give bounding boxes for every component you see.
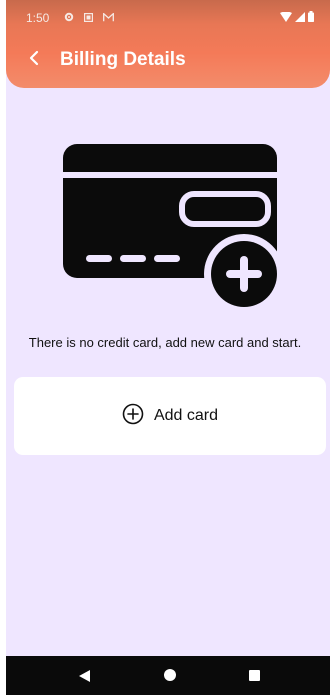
status-bar: 1:50 xyxy=(6,0,330,32)
notification-box-icon xyxy=(83,11,94,25)
plus-circle-icon xyxy=(122,403,144,430)
back-button[interactable] xyxy=(20,46,48,74)
back-triangle-icon[interactable] xyxy=(79,669,90,687)
status-icons-right xyxy=(280,11,314,25)
header: 1:50 Billing Details xyxy=(6,0,330,88)
page-title: Billing Details xyxy=(60,49,186,70)
app-bar: Billing Details xyxy=(6,38,330,82)
empty-state-message: There is no credit card, add new card an… xyxy=(28,335,302,350)
signal-icon xyxy=(295,11,305,25)
credit-card-add-icon xyxy=(62,140,292,314)
add-card-button[interactable]: Add card xyxy=(14,377,326,455)
wifi-icon xyxy=(280,11,292,25)
status-icons-left xyxy=(64,11,114,25)
status-time: 1:50 xyxy=(26,11,50,25)
recents-square-icon[interactable] xyxy=(249,670,260,681)
phone-screen: 1:50 Billing Details There is no credit … xyxy=(6,0,330,695)
chevron-left-icon xyxy=(28,50,40,71)
home-circle-icon[interactable] xyxy=(164,669,176,681)
navigation-bar xyxy=(6,656,330,695)
mail-icon xyxy=(103,11,114,25)
settings-icon xyxy=(64,11,74,25)
add-card-label: Add card xyxy=(153,407,219,424)
battery-icon xyxy=(308,11,314,25)
